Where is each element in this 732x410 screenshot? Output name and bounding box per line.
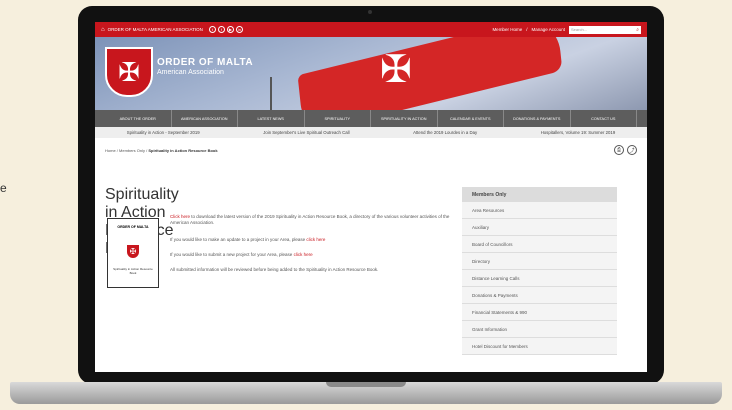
- edge-text: e: [0, 181, 7, 195]
- review-paragraph: All submitted information will be review…: [170, 267, 379, 272]
- members-sidebar: Members Only Area Resources Auxiliary Bo…: [462, 187, 617, 355]
- resource-book-thumbnail[interactable]: ORDER OF MALTA ✠ Spirituality in Action …: [107, 218, 159, 288]
- sidebar-item-hotel[interactable]: Hotel Discount for Members: [462, 338, 617, 355]
- sidebar-item-board[interactable]: Board of Councillors: [462, 236, 617, 253]
- update-paragraph: If you would like to make an update to a…: [170, 237, 450, 243]
- laptop-notch: [326, 382, 406, 387]
- sidebar-item-distance-learning[interactable]: Distance Learning Calls: [462, 270, 617, 287]
- sidebar-item-donations[interactable]: Donations & Payments: [462, 287, 617, 304]
- sidebar-item-directory[interactable]: Directory: [462, 253, 617, 270]
- book-title: ORDER OF MALTA: [117, 225, 149, 229]
- shield-icon: ✠: [127, 245, 139, 258]
- update-link[interactable]: click here: [306, 237, 325, 242]
- update-text: If you would like to make an update to a…: [170, 237, 307, 242]
- download-link[interactable]: Click here: [170, 214, 190, 219]
- submit-text: If you would like to submit a new projec…: [170, 252, 294, 257]
- sidebar-item-grant[interactable]: Grant Information: [462, 321, 617, 338]
- sidebar-item-auxiliary[interactable]: Auxiliary: [462, 219, 617, 236]
- download-paragraph: Click here to download the latest versio…: [170, 214, 450, 226]
- download-text: to download the latest version of the 20…: [170, 214, 450, 225]
- book-footer: Spirituality in Action Resource Book: [113, 267, 153, 275]
- laptop-base: [10, 382, 722, 404]
- sidebar-item-area-resources[interactable]: Area Resources: [462, 202, 617, 219]
- sidebar-item-financial[interactable]: Financial Statements & 990: [462, 304, 617, 321]
- submit-link[interactable]: click here: [294, 252, 313, 257]
- webcam: [368, 10, 372, 14]
- submit-paragraph: If you would like to submit a new projec…: [170, 252, 450, 258]
- sidebar-header: Members Only: [462, 187, 617, 202]
